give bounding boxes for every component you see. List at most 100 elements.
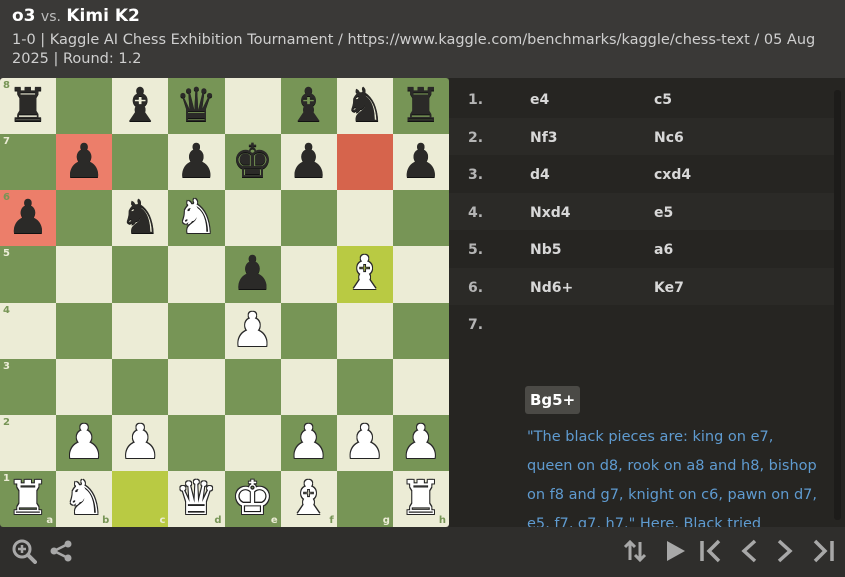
- square-a7[interactable]: 7: [0, 134, 57, 191]
- square-g3[interactable]: [336, 358, 393, 415]
- square-a8[interactable]: 8 ♜: [0, 78, 57, 135]
- square-h6[interactable]: [392, 190, 449, 247]
- white-queen-icon[interactable]: ♛: [168, 471, 224, 527]
- black-move[interactable]: a6: [654, 242, 673, 258]
- square-b7[interactable]: ♟: [56, 134, 113, 191]
- square-c8[interactable]: ♝: [112, 78, 169, 135]
- square-d3[interactable]: [168, 358, 225, 415]
- chess-board[interactable]: 8 ♜ ♝ ♛ ♝ ♞ ♜ 7 ♟ ♟ ♚ ♟ ♟ 6 ♟ ♞ ♞ 5 ♟ ♝ 4 ♟ 3 2 ♟ ♟ ♟ ♟ ♟ 1 a ♜ b ♞ c d ♛ e ♚ f…: [0, 78, 449, 527]
- square-d2[interactable]: [168, 414, 225, 471]
- square-h2[interactable]: ♟: [392, 414, 449, 471]
- square-e4[interactable]: ♟: [224, 302, 281, 359]
- black-pawn-icon[interactable]: ♟: [56, 134, 112, 190]
- square-c6[interactable]: ♞: [112, 190, 169, 247]
- square-d4[interactable]: [168, 302, 225, 359]
- square-f8[interactable]: ♝: [280, 78, 337, 135]
- square-a3[interactable]: 3: [0, 358, 57, 415]
- square-b3[interactable]: [56, 358, 113, 415]
- square-e7[interactable]: ♚: [224, 134, 281, 191]
- square-d7[interactable]: ♟: [168, 134, 225, 191]
- square-d1[interactable]: d ♛: [168, 470, 225, 527]
- black-pawn-icon[interactable]: ♟: [393, 134, 449, 190]
- current-move[interactable]: Bg5+: [525, 386, 581, 414]
- white-move[interactable]: Nb5: [530, 242, 561, 258]
- square-b1[interactable]: b ♞: [56, 470, 113, 527]
- square-f4[interactable]: [280, 302, 337, 359]
- square-c5[interactable]: [112, 246, 169, 303]
- square-f7[interactable]: ♟: [280, 134, 337, 191]
- square-e3[interactable]: [224, 358, 281, 415]
- play-icon[interactable]: [660, 535, 690, 567]
- square-h8[interactable]: ♜: [392, 78, 449, 135]
- square-a1[interactable]: 1 a ♜: [0, 470, 57, 527]
- white-pawn-icon[interactable]: ♟: [337, 415, 393, 471]
- square-f3[interactable]: [280, 358, 337, 415]
- square-c2[interactable]: ♟: [112, 414, 169, 471]
- square-f2[interactable]: ♟: [280, 414, 337, 471]
- analysis-zoom-icon[interactable]: [10, 535, 38, 567]
- white-pawn-icon[interactable]: ♟: [281, 415, 337, 471]
- black-move[interactable]: Nc6: [654, 130, 684, 146]
- white-rook-icon[interactable]: ♜: [0, 471, 56, 527]
- black-pawn-icon[interactable]: ♟: [168, 134, 224, 190]
- square-h4[interactable]: [392, 302, 449, 359]
- white-pawn-icon[interactable]: ♟: [393, 415, 449, 471]
- black-move[interactable]: Ke7: [654, 280, 684, 296]
- last-move-icon[interactable]: [808, 535, 838, 567]
- black-bishop-icon[interactable]: ♝: [281, 78, 337, 134]
- square-c1[interactable]: c: [112, 470, 169, 527]
- black-queen-icon[interactable]: ♛: [168, 78, 224, 134]
- white-move[interactable]: e4: [530, 92, 549, 108]
- square-g1[interactable]: g: [336, 470, 393, 527]
- flip-board-icon[interactable]: [620, 535, 650, 567]
- previous-move-icon[interactable]: [734, 535, 764, 567]
- first-move-icon[interactable]: [696, 535, 726, 567]
- white-knight-icon[interactable]: ♞: [168, 190, 224, 246]
- black-pawn-icon[interactable]: ♟: [0, 190, 56, 246]
- square-h1[interactable]: h ♜: [392, 470, 449, 527]
- square-c3[interactable]: [112, 358, 169, 415]
- square-h7[interactable]: ♟: [392, 134, 449, 191]
- square-e5[interactable]: ♟: [224, 246, 281, 303]
- black-rook-icon[interactable]: ♜: [393, 78, 449, 134]
- move-list-scrollbar[interactable]: [834, 90, 841, 520]
- black-knight-icon[interactable]: ♞: [112, 190, 168, 246]
- square-g4[interactable]: [336, 302, 393, 359]
- square-e6[interactable]: [224, 190, 281, 247]
- square-b8[interactable]: [56, 78, 113, 135]
- black-move[interactable]: e5: [654, 205, 673, 221]
- square-f1[interactable]: f ♝: [280, 470, 337, 527]
- square-g5[interactable]: ♝: [336, 246, 393, 303]
- black-pawn-icon[interactable]: ♟: [281, 134, 337, 190]
- square-f6[interactable]: [280, 190, 337, 247]
- square-a4[interactable]: 4: [0, 302, 57, 359]
- square-c7[interactable]: [112, 134, 169, 191]
- white-rook-icon[interactable]: ♜: [393, 471, 449, 527]
- square-a2[interactable]: 2: [0, 414, 57, 471]
- white-move[interactable]: Nd6+: [530, 280, 573, 296]
- white-pawn-icon[interactable]: ♟: [56, 415, 112, 471]
- white-move[interactable]: Nxd4: [530, 205, 571, 221]
- white-pawn-icon[interactable]: ♟: [225, 303, 281, 359]
- white-king-icon[interactable]: ♚: [225, 471, 281, 527]
- next-move-icon[interactable]: [770, 535, 800, 567]
- square-h3[interactable]: [392, 358, 449, 415]
- black-knight-icon[interactable]: ♞: [337, 78, 393, 134]
- black-move[interactable]: cxd4: [654, 167, 691, 183]
- square-a6[interactable]: 6 ♟: [0, 190, 57, 247]
- square-e2[interactable]: [224, 414, 281, 471]
- square-g6[interactable]: [336, 190, 393, 247]
- white-bishop-icon[interactable]: ♝: [337, 246, 393, 302]
- square-h5[interactable]: [392, 246, 449, 303]
- black-king-icon[interactable]: ♚: [225, 134, 281, 190]
- square-b5[interactable]: [56, 246, 113, 303]
- square-d5[interactable]: [168, 246, 225, 303]
- square-g7[interactable]: [336, 134, 393, 191]
- white-move[interactable]: Nf3: [530, 130, 558, 146]
- square-b6[interactable]: [56, 190, 113, 247]
- square-d6[interactable]: ♞: [168, 190, 225, 247]
- black-pawn-icon[interactable]: ♟: [225, 246, 281, 302]
- square-g8[interactable]: ♞: [336, 78, 393, 135]
- square-e8[interactable]: [224, 78, 281, 135]
- white-move[interactable]: d4: [530, 167, 550, 183]
